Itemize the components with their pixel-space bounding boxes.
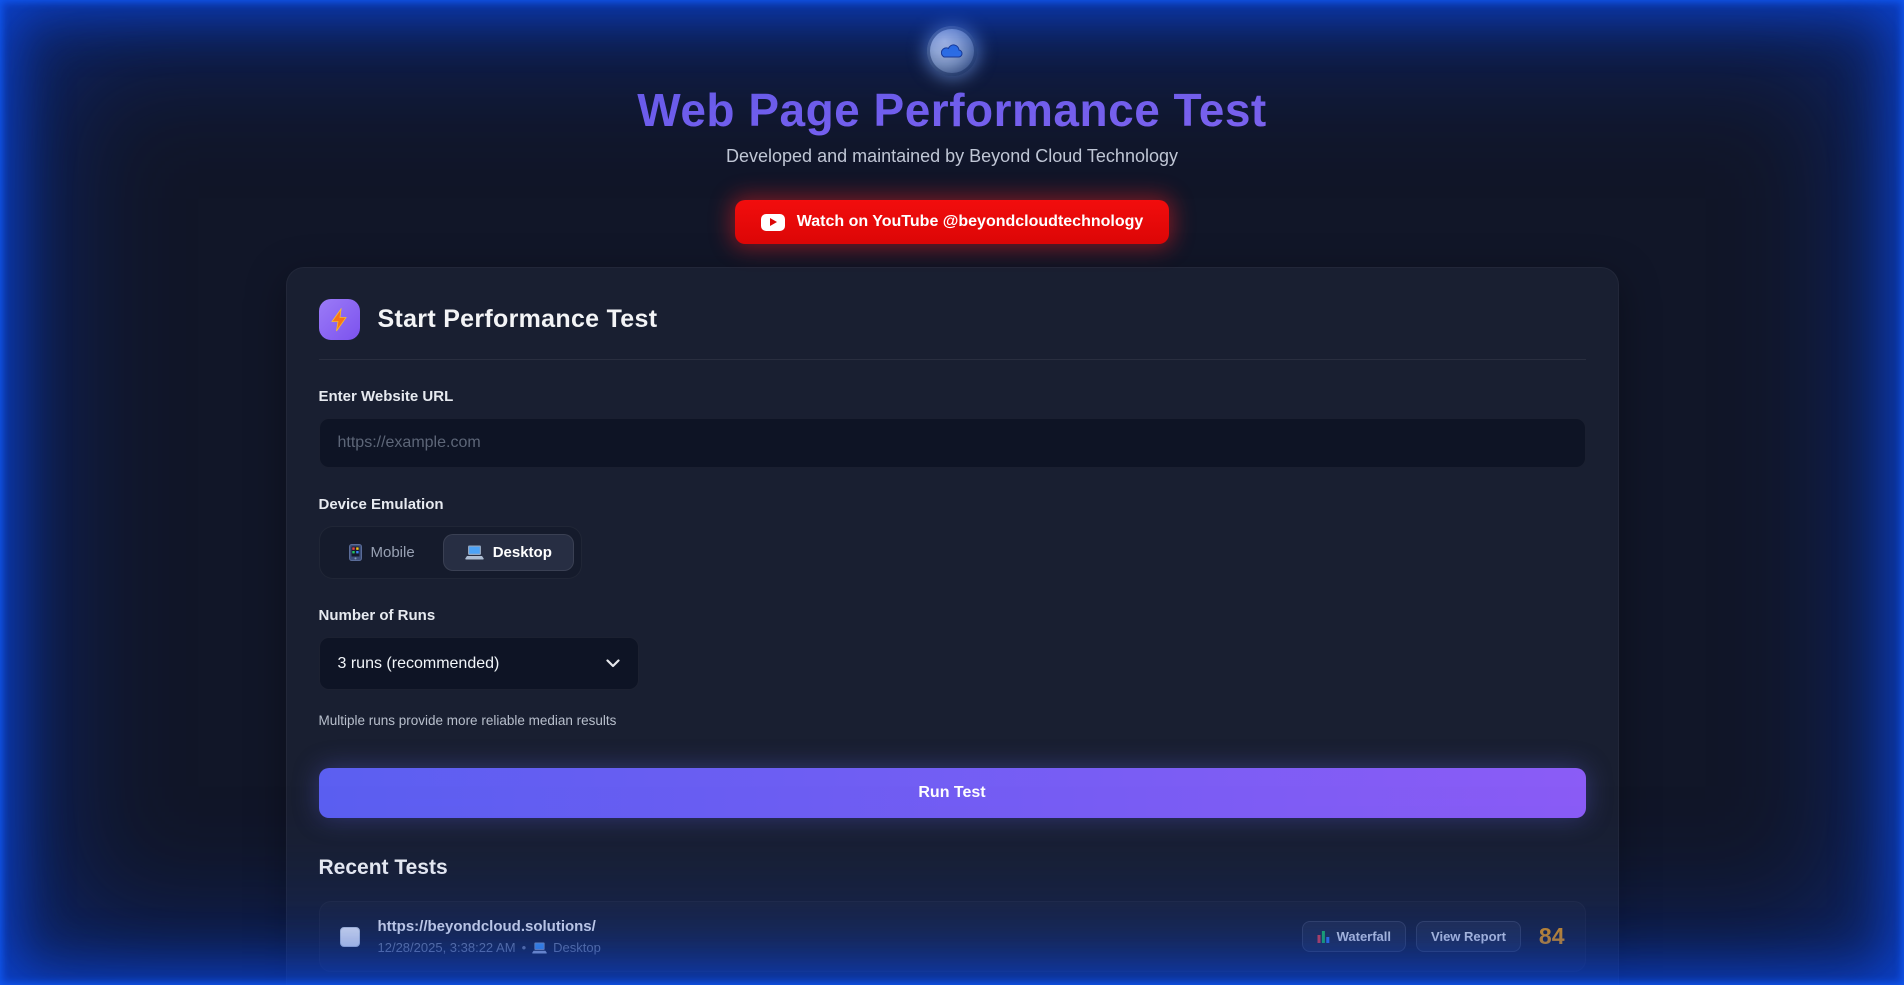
url-field: Enter Website URL [319,388,1586,468]
url-input[interactable] [319,418,1586,468]
view-report-button-label: View Report [1431,929,1506,944]
test-row-checkbox[interactable] [340,927,360,947]
waterfall-button[interactable]: Waterfall [1302,921,1406,952]
waterfall-button-label: Waterfall [1337,929,1391,944]
page-title: Web Page Performance Test [0,83,1904,137]
device-toggle-group: Mobile Desktop [319,526,582,579]
run-test-button[interactable]: Run Test [319,768,1586,818]
meta-separator: • [522,940,527,955]
card-header: Start Performance Test [319,299,1586,340]
test-row-info: https://beyondcloud.solutions/ 12/28/202… [378,918,1302,955]
bar-chart-icon [1317,930,1330,943]
device-emulation-field: Device Emulation Mobile [319,496,1586,579]
test-timestamp: 12/28/2025, 3:38:22 AM [378,940,516,955]
youtube-play-icon [761,214,785,231]
mobile-toggle-button[interactable]: Mobile [327,534,437,571]
cloud-glyph [939,42,965,60]
runs-select[interactable]: 3 runs (recommended) [319,637,639,690]
chevron-down-icon [606,659,620,668]
view-report-button[interactable]: View Report [1416,921,1521,952]
mobile-icon [349,544,362,561]
youtube-button-label: Watch on YouTube @beyondcloudtechnology [797,213,1144,231]
beyond-cloud-logo-icon [927,26,977,76]
test-device: Desktop [553,940,601,955]
performance-test-card: Start Performance Test Enter Website URL… [286,267,1619,985]
mobile-toggle-label: Mobile [371,544,415,561]
card-heading: Start Performance Test [378,305,658,334]
test-meta: 12/28/2025, 3:38:22 AM • Desktop [378,940,1302,955]
recent-test-row[interactable]: https://beyondcloud.solutions/ 12/28/202… [319,901,1586,972]
hero-section: Web Page Performance Test Developed and … [0,0,1904,244]
runs-helper-text: Multiple runs provide more reliable medi… [319,713,1586,728]
performance-score: 84 [1539,923,1565,950]
test-row-actions: Waterfall View Report 84 [1302,921,1565,952]
test-url: https://beyondcloud.solutions/ [378,918,1302,935]
page-subtitle: Developed and maintained by Beyond Cloud… [0,146,1904,167]
laptop-icon [465,545,484,560]
desktop-toggle-label: Desktop [493,544,552,561]
recent-tests-heading: Recent Tests [319,856,1586,880]
runs-selected-option: 3 runs (recommended) [338,655,500,673]
lightning-bolt-icon [319,299,360,340]
header-divider [319,359,1586,360]
desktop-toggle-button[interactable]: Desktop [443,534,574,571]
runs-label: Number of Runs [319,607,1586,624]
laptop-icon [532,942,547,954]
youtube-button[interactable]: Watch on YouTube @beyondcloudtechnology [735,200,1170,244]
device-emulation-label: Device Emulation [319,496,1586,513]
runs-field: Number of Runs 3 runs (recommended) Mult… [319,607,1586,728]
url-label: Enter Website URL [319,388,1586,405]
